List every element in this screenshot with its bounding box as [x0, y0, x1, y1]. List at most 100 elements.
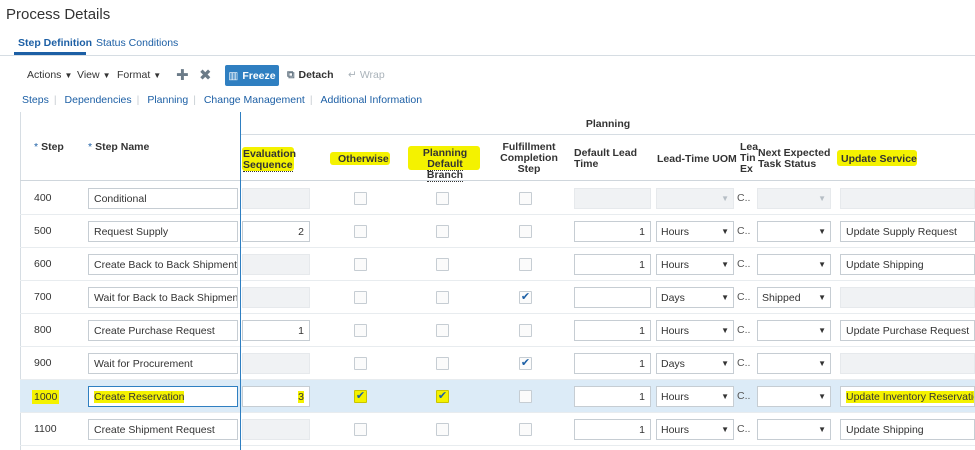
planning-default-branch-checkbox[interactable]: [436, 324, 449, 337]
otherwise-checkbox[interactable]: [354, 291, 367, 304]
next-expected-task-status-select[interactable]: ▼: [757, 221, 831, 242]
update-service-input[interactable]: Update Purchase Request: [840, 320, 975, 341]
planning-default-branch-checkbox[interactable]: [436, 192, 449, 205]
default-lead-time-input[interactable]: [574, 287, 651, 308]
default-lead-time-input[interactable]: 1: [574, 386, 651, 407]
otherwise-checkbox[interactable]: [354, 225, 367, 238]
column-header-evaluation-sequence[interactable]: Evaluation Sequence: [243, 149, 296, 172]
step-name-input[interactable]: Conditional: [88, 188, 238, 209]
lead-time-uom-select[interactable]: Days ▼: [656, 353, 734, 374]
chevron-down-icon: ▼: [102, 71, 111, 80]
subtab-planning[interactable]: Planning: [147, 94, 188, 106]
planning-default-branch-checkbox[interactable]: [436, 357, 449, 370]
planning-default-branch-checkbox[interactable]: [436, 225, 449, 238]
planning-default-branch-checkbox[interactable]: [436, 291, 449, 304]
lead-time-uom-select[interactable]: Hours ▼: [656, 386, 734, 407]
default-lead-time-input[interactable]: 1: [574, 254, 651, 275]
view-menu[interactable]: View ▼: [77, 69, 111, 81]
chevron-down-icon: ▼: [721, 326, 729, 335]
next-expected-task-status-select[interactable]: Shipped ▼: [757, 287, 831, 308]
planning-default-branch-checkbox[interactable]: [436, 423, 449, 436]
table-row[interactable]: 1100 Create Shipment Request 1 Hours ▼ C.. ▼ Up…: [20, 413, 975, 446]
fulfillment-completion-checkbox[interactable]: ✔: [519, 357, 532, 370]
default-lead-time-input[interactable]: 1: [574, 353, 651, 374]
default-lead-time-input[interactable]: 1: [574, 221, 651, 242]
actions-menu[interactable]: Actions ▼: [27, 69, 72, 81]
otherwise-checkbox[interactable]: [354, 423, 367, 436]
default-lead-time-input[interactable]: 1: [574, 320, 651, 341]
step-name-input[interactable]: Request Supply: [88, 221, 238, 242]
update-service-input[interactable]: Update Inventory Reservation: [840, 386, 975, 407]
lead-time-uom-select[interactable]: Hours ▼: [656, 254, 734, 275]
otherwise-checkbox[interactable]: ✔: [354, 390, 367, 403]
chevron-down-icon: ▼: [721, 425, 729, 434]
subtab-change-management[interactable]: Change Management: [204, 94, 305, 106]
table-row[interactable]: 800 Create Purchase Request 1 1 Hours ▼ C.. ▼ Up…: [20, 314, 975, 347]
detach-button[interactable]: ⧉ Detach: [287, 69, 334, 82]
next-expected-task-status-select[interactable]: ▼: [757, 353, 831, 374]
step-name-input[interactable]: Wait for Procurement: [88, 353, 238, 374]
column-header-default-lead-time[interactable]: Default Lead Time: [574, 148, 637, 170]
update-service-input[interactable]: Update Supply Request: [840, 221, 975, 242]
evaluation-sequence-input[interactable]: 3: [242, 386, 310, 407]
next-expected-task-status-select[interactable]: ▼: [757, 188, 831, 209]
next-expected-task-status-select[interactable]: ▼: [757, 320, 831, 341]
step-name-input[interactable]: Create Reservation: [88, 386, 238, 407]
table-row[interactable]: 500 Request Supply 2 1 Hours ▼ C.. ▼ Update Supp…: [20, 215, 975, 248]
tab-step-definition[interactable]: Step Definition: [18, 37, 92, 49]
otherwise-checkbox[interactable]: [354, 324, 367, 337]
fulfillment-completion-checkbox[interactable]: [519, 390, 532, 403]
step-name-input[interactable]: Create Purchase Request: [88, 320, 238, 341]
otherwise-checkbox[interactable]: [354, 258, 367, 271]
next-expected-task-status-select[interactable]: ▼: [757, 254, 831, 275]
subtab-additional-information[interactable]: Additional Information: [321, 94, 423, 106]
column-header-step[interactable]: * Step: [34, 142, 64, 153]
step-name-input[interactable]: Wait for Back to Back Shipment Ad: [88, 287, 238, 308]
delete-icon[interactable]: ✖: [199, 66, 212, 84]
tab-status-conditions[interactable]: Status Conditions: [96, 37, 178, 49]
fulfillment-completion-checkbox[interactable]: [519, 192, 532, 205]
update-service-input[interactable]: Update Shipping: [840, 254, 975, 275]
subtab-dependencies[interactable]: Dependencies: [65, 94, 132, 106]
fulfillment-completion-checkbox[interactable]: [519, 324, 532, 337]
lead-time-uom-select[interactable]: Hours ▼: [656, 221, 734, 242]
subtab-steps[interactable]: Steps: [22, 94, 49, 106]
planning-default-branch-checkbox[interactable]: [436, 258, 449, 271]
column-header-truncated[interactable]: Lea Tin Ex: [740, 142, 758, 175]
table-row[interactable]: 700 Wait for Back to Back Shipment Ad ✔ Day…: [20, 281, 975, 314]
wrap-button[interactable]: ↵ Wrap: [348, 69, 385, 81]
lead-time-uom-select[interactable]: ▼: [656, 188, 734, 209]
fulfillment-completion-checkbox[interactable]: [519, 423, 532, 436]
column-header-step-name[interactable]: * Step Name: [88, 142, 149, 153]
table-row[interactable]: 1000 Create Reservation 3 ✔ ✔ 1 Hours ▼ C.. ▼ Upda…: [20, 380, 975, 413]
fulfillment-completion-checkbox[interactable]: ✔: [519, 291, 532, 304]
default-lead-time-input[interactable]: 1: [574, 419, 651, 440]
column-header-update-service[interactable]: Update Service: [841, 154, 917, 165]
fulfillment-completion-checkbox[interactable]: [519, 225, 532, 238]
table-row[interactable]: 600 Create Back to Back Shipment Req 1 Hour…: [20, 248, 975, 281]
column-header-fulfillment-completion-step[interactable]: Fulfillment Completion Step: [496, 142, 562, 175]
next-expected-task-status-select[interactable]: ▼: [757, 386, 831, 407]
step-name-input[interactable]: Create Shipment Request: [88, 419, 238, 440]
lead-time-uom-select[interactable]: Hours ▼: [656, 419, 734, 440]
evaluation-sequence-input[interactable]: 1: [242, 320, 310, 341]
otherwise-checkbox[interactable]: [354, 357, 367, 370]
otherwise-checkbox[interactable]: [354, 192, 367, 205]
column-header-lead-time-uom[interactable]: Lead-Time UOM: [657, 154, 737, 165]
evaluation-sequence-input[interactable]: 2: [242, 221, 310, 242]
update-service-input[interactable]: Update Shipping: [840, 419, 975, 440]
table-row[interactable]: 400 Conditional ▼ C.. ▼: [20, 182, 975, 215]
column-header-otherwise[interactable]: Otherwise: [338, 154, 389, 165]
column-header-next-expected-task-status[interactable]: Next Expected Task Status: [758, 148, 830, 170]
lead-time-uom-select[interactable]: Hours ▼: [656, 320, 734, 341]
fulfillment-completion-checkbox[interactable]: [519, 258, 532, 271]
next-expected-task-status-select[interactable]: ▼: [757, 419, 831, 440]
column-header-planning-default-branch[interactable]: Planning Default Branch: [410, 148, 480, 182]
step-name-input[interactable]: Create Back to Back Shipment Req: [88, 254, 238, 275]
planning-default-branch-checkbox[interactable]: ✔: [436, 390, 449, 403]
freeze-button[interactable]: ▥ Freeze: [225, 65, 279, 86]
table-row[interactable]: 900 Wait for Procurement ✔ 1 Days ▼ C.. ▼: [20, 347, 975, 380]
add-icon[interactable]: ✚: [176, 66, 189, 84]
format-menu[interactable]: Format ▼: [117, 69, 161, 81]
lead-time-uom-select[interactable]: Days ▼: [656, 287, 734, 308]
